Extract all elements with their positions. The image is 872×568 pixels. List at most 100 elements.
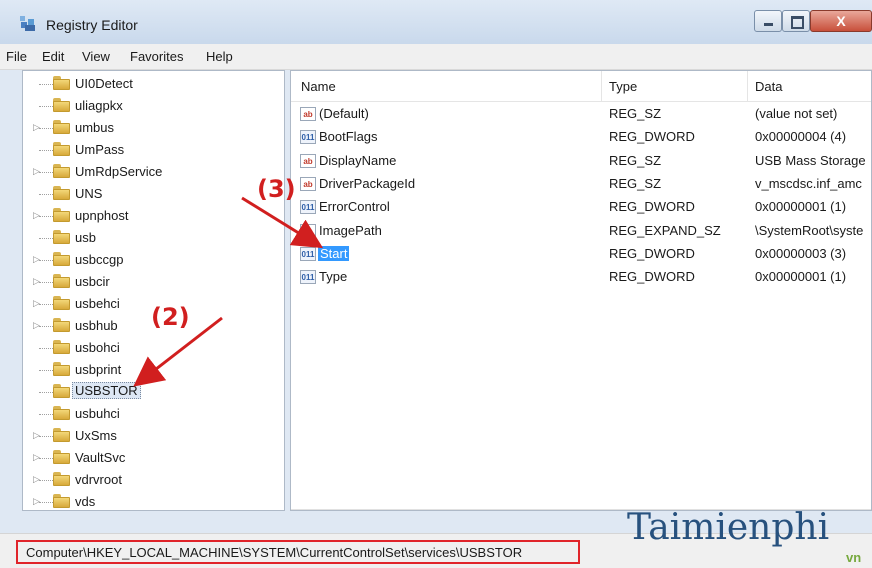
tree-item[interactable]: usbuhci: [23, 403, 263, 425]
tree-item[interactable]: ▷ usbhub: [23, 315, 263, 337]
value-data: USB Mass Storage: [755, 152, 866, 168]
values-pane[interactable]: Name Type Data ab (Default) REG_SZ (value n…: [290, 70, 872, 511]
maximize-button[interactable]: [782, 10, 810, 32]
status-path-highlight: Computer\HKEY_LOCAL_MACHINE\SYSTEM\Curre…: [16, 540, 580, 564]
tree-item-label: usbuhci: [75, 406, 120, 421]
tree-item-label: UmRdpService: [75, 164, 163, 179]
value-row[interactable]: ab ImagePath REG_EXPAND_SZ \SystemRoot\syst…: [291, 220, 871, 243]
folder-icon: [53, 296, 70, 310]
string-value-icon: ab: [300, 176, 316, 191]
column-name[interactable]: Name: [301, 79, 336, 94]
folder-icon: [53, 406, 70, 420]
string-value-icon: ab: [300, 153, 316, 168]
tree-item[interactable]: ▷ UxSms: [23, 425, 263, 447]
menu-favorites[interactable]: Favorites: [130, 49, 183, 64]
registry-editor-window: Registry Editor X File Edit View Favorit…: [0, 0, 872, 568]
value-data: v_mscdsc.inf_amc: [755, 175, 862, 191]
tree-item-label: usbccgp: [75, 252, 124, 267]
folder-icon: [53, 98, 70, 112]
menu-edit[interactable]: Edit: [42, 49, 64, 64]
menu-view[interactable]: View: [82, 49, 110, 64]
tree-item-label: usb: [75, 230, 96, 245]
tree-item-label: uliagpkx: [75, 98, 123, 113]
value-row[interactable]: 011 Type REG_DWORD 0x00000001 (1): [291, 266, 871, 289]
tree-item-label: usbehci: [75, 296, 120, 311]
tree-item[interactable]: ▷ vdrvroot: [23, 469, 263, 491]
tree-item-label: umbus: [75, 120, 115, 135]
value-type: REG_DWORD: [609, 199, 695, 215]
folder-icon: [53, 252, 70, 266]
column-type[interactable]: Type: [609, 79, 637, 94]
folder-icon: [53, 362, 70, 376]
value-type: REG_DWORD: [609, 269, 695, 285]
folder-icon: [53, 76, 70, 90]
tree-item[interactable]: UI0Detect: [23, 73, 263, 95]
tree-item-label: upnphost: [75, 208, 129, 223]
tree-item[interactable]: uliagpkx: [23, 95, 263, 117]
close-button[interactable]: X: [810, 10, 872, 32]
tree-item[interactable]: ▷ vds: [23, 491, 263, 510]
tree-connector: [39, 282, 53, 283]
tree-item[interactable]: ▷ UmRdpService: [23, 161, 263, 183]
tree-item[interactable]: ▷ usbehci: [23, 293, 263, 315]
tree-item[interactable]: ▷ upnphost: [23, 205, 263, 227]
folder-icon: [53, 318, 70, 332]
column-header: Name Type Data: [291, 71, 871, 102]
folder-icon: [53, 142, 70, 156]
tree-item[interactable]: usbohci: [23, 337, 263, 359]
annotation-step-3: (3): [257, 175, 296, 203]
menu-help[interactable]: Help: [206, 49, 233, 64]
string-value-icon: ab: [300, 107, 316, 121]
value-row[interactable]: ab (Default) REG_SZ (value not set): [291, 103, 871, 126]
folder-icon: [53, 384, 70, 398]
folder-icon: [53, 230, 70, 244]
tree-item-label: vdrvroot: [75, 472, 122, 487]
menu-bar: File Edit View Favorites Help: [0, 44, 872, 70]
tree-item[interactable]: UNS: [23, 183, 263, 205]
column-data[interactable]: Data: [755, 79, 782, 94]
folder-icon: [53, 164, 70, 178]
menu-file[interactable]: File: [6, 49, 27, 64]
tree-item[interactable]: ▷ usbcir: [23, 271, 263, 293]
value-row[interactable]: ab DriverPackageId REG_SZ v_mscdsc.inf_amc: [291, 173, 871, 196]
column-divider[interactable]: [601, 71, 602, 101]
folder-icon: [53, 428, 70, 442]
value-data: \SystemRoot\syste: [755, 222, 864, 238]
tree-item[interactable]: usbprint: [23, 359, 263, 381]
value-name: Type: [319, 269, 348, 285]
tree-connector: [39, 238, 53, 239]
tree-connector: [39, 436, 53, 437]
tree-item[interactable]: usb: [23, 227, 263, 249]
tree-item-label: usbohci: [75, 340, 120, 355]
tree-item-label: UNS: [75, 186, 103, 201]
folder-icon: [53, 450, 70, 464]
value-row[interactable]: 011 ErrorControl REG_DWORD 0x00000001 (1): [291, 196, 871, 219]
tree-connector: [39, 348, 53, 349]
key-tree-pane[interactable]: UI0Detect uliagpkx ▷ umbus UmPass ▷ UmRdpServi…: [22, 70, 285, 511]
window-title: Registry Editor: [46, 17, 138, 33]
column-divider[interactable]: [747, 71, 748, 101]
tree-item[interactable]: UmPass: [23, 139, 263, 161]
maximize-icon: [791, 16, 804, 29]
tree-item-label: UxSms: [75, 428, 117, 443]
value-row[interactable]: ab DisplayName REG_SZ USB Mass Storage: [291, 150, 871, 173]
folder-icon: [53, 208, 70, 222]
tree-connector: [39, 150, 53, 151]
tree-item[interactable]: ▷ umbus: [23, 117, 263, 139]
tree-item-label: VaultSvc: [75, 450, 126, 465]
value-row[interactable]: 011 BootFlags REG_DWORD 0x00000004 (4): [291, 126, 871, 149]
value-name: ErrorControl: [319, 199, 390, 215]
tree-item[interactable]: ▷ usbccgp: [23, 249, 263, 271]
tree-connector: [39, 392, 53, 393]
watermark-suffix: vn: [846, 550, 862, 565]
tree-item-label: UI0Detect: [75, 76, 133, 91]
value-type: REG_SZ: [609, 175, 662, 191]
tree-item[interactable]: ▷ VaultSvc: [23, 447, 263, 469]
tree-item[interactable]: USBSTOR: [23, 381, 263, 403]
minimize-button[interactable]: [754, 10, 782, 32]
close-icon: X: [836, 13, 846, 29]
tree-connector: [39, 304, 53, 305]
value-row[interactable]: 011 Start REG_DWORD 0x00000003 (3): [291, 243, 871, 266]
tree-connector: [39, 260, 53, 261]
title-bar[interactable]: Registry Editor X: [0, 0, 872, 44]
